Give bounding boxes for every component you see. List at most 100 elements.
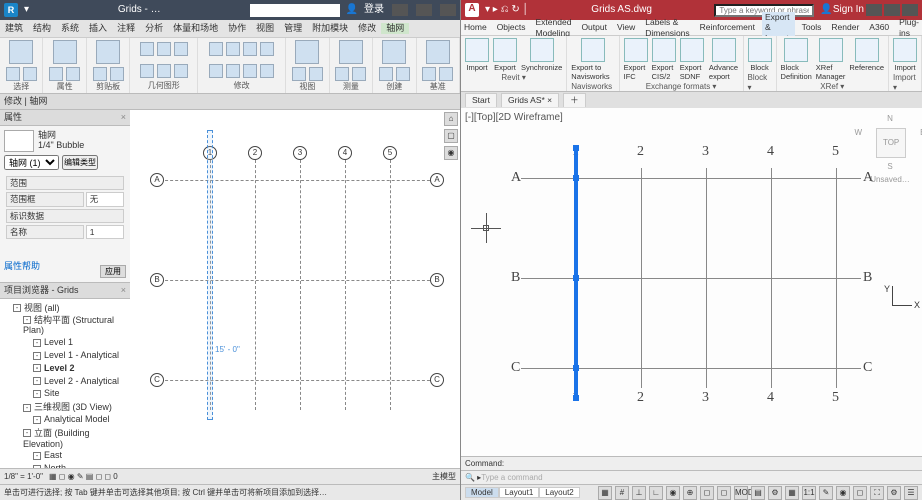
signin-link[interactable]: Sign In xyxy=(833,4,864,16)
tree-item[interactable]: -Level 1 - Analytical xyxy=(33,349,127,362)
ribbon-icon[interactable] xyxy=(140,64,154,78)
user-icon[interactable]: 👤 xyxy=(346,4,358,16)
acad-canvas[interactable]: [-][Top][2D Wireframe] N WTOPE S Unsaved… xyxy=(461,108,922,456)
props-help[interactable]: 属性帮助 xyxy=(4,261,40,271)
prop-val[interactable]: 1 xyxy=(86,225,124,239)
ribbon-icon[interactable] xyxy=(9,40,33,64)
user-icon[interactable]: 👤 xyxy=(820,4,832,16)
expand-icon[interactable]: - xyxy=(33,364,41,372)
menu-体量和场地[interactable]: 体量和场地 xyxy=(168,23,223,34)
status-toggle[interactable]: 1:1 xyxy=(802,486,816,500)
menu-Render[interactable]: Render xyxy=(828,22,862,32)
cube-icon[interactable]: ▢ xyxy=(444,129,458,143)
tree-item[interactable]: -Analytical Model xyxy=(33,413,127,426)
qat-icon[interactable]: ▾ xyxy=(24,4,29,16)
expand-icon[interactable]: - xyxy=(23,404,31,412)
menu-Objects[interactable]: Objects xyxy=(494,22,529,32)
ribbon-icon[interactable] xyxy=(110,67,124,81)
filetab[interactable]: Grids AS* × xyxy=(501,93,559,106)
expand-icon[interactable]: - xyxy=(33,339,41,347)
grid-bubble[interactable]: B xyxy=(150,273,164,287)
ribbon-icon[interactable] xyxy=(209,64,223,78)
menu-结构[interactable]: 结构 xyxy=(28,23,56,34)
menu-View[interactable]: View xyxy=(614,22,638,32)
ribbon-icon[interactable] xyxy=(335,67,349,81)
menu-Tools[interactable]: Tools xyxy=(799,22,825,32)
ribbon-icon[interactable] xyxy=(439,67,453,81)
ribbon-icon[interactable] xyxy=(339,40,363,64)
revit-search[interactable] xyxy=(250,4,340,17)
ribbon-icon[interactable] xyxy=(382,40,406,64)
dimension-label[interactable]: 15' - 0" xyxy=(215,345,240,355)
tree-item[interactable]: -结构平面 (Structural Plan)-Level 1-Level 1 … xyxy=(23,314,127,402)
status-toggle[interactable]: ☰ xyxy=(904,486,918,500)
tree-item[interactable]: -Level 2 - Analytical xyxy=(33,375,127,388)
menu-Plug-ins[interactable]: Plug-ins xyxy=(896,17,922,37)
status-toggle[interactable]: ∟ xyxy=(649,486,663,500)
ribbon-icon[interactable] xyxy=(493,38,517,62)
expand-icon[interactable]: - xyxy=(33,452,41,460)
menu-分析[interactable]: 分析 xyxy=(140,23,168,34)
ribbon-icon[interactable] xyxy=(422,67,436,81)
expand-icon[interactable]: - xyxy=(23,429,31,437)
ribbon-icon[interactable] xyxy=(784,38,808,62)
ribbon-icon[interactable] xyxy=(243,64,257,78)
ribbon-icon[interactable] xyxy=(379,67,393,81)
ribbon-icon[interactable] xyxy=(295,40,319,64)
ribbon-icon[interactable] xyxy=(893,38,917,62)
status-toggle[interactable]: ◻ xyxy=(700,486,714,500)
ribbon-icon[interactable] xyxy=(748,38,772,62)
prop-val[interactable]: 无 xyxy=(86,192,124,206)
ribbon-icon[interactable] xyxy=(352,67,366,81)
menu-管理[interactable]: 管理 xyxy=(279,23,307,34)
expand-icon[interactable]: - xyxy=(33,377,41,385)
grid-bubble[interactable]: 5 xyxy=(383,146,397,160)
scale-label[interactable]: 1/8" = 1'-0" xyxy=(4,472,43,482)
tree-item[interactable]: -立面 (Building Elevation)-East-North-Sout… xyxy=(23,427,127,468)
status-toggle[interactable]: ⛶ xyxy=(870,486,884,500)
min-button[interactable] xyxy=(392,4,408,16)
menu-修改[interactable]: 修改 xyxy=(353,23,381,34)
expand-icon[interactable]: - xyxy=(13,304,21,312)
menu-Extended-Modeling[interactable]: Extended Modeling xyxy=(533,17,575,37)
filetab[interactable]: Start xyxy=(465,93,497,106)
ribbon-icon[interactable] xyxy=(93,67,107,81)
command-input[interactable]: 🔍 ▸ Type a command xyxy=(461,470,922,484)
tree-item[interactable]: -视图 (all)-结构平面 (Structural Plan)-Level 1… xyxy=(13,302,127,468)
apply-button[interactable]: 应用 xyxy=(100,265,126,278)
ribbon-icon[interactable] xyxy=(581,38,605,62)
menu-视图[interactable]: 视图 xyxy=(251,23,279,34)
grid-bubble[interactable]: C xyxy=(430,373,444,387)
ribbon-icon[interactable] xyxy=(157,42,171,56)
close-icon[interactable]: × xyxy=(121,112,126,123)
ribbon-icon[interactable] xyxy=(157,64,171,78)
ribbon-icon[interactable] xyxy=(465,38,489,62)
wheel-icon[interactable]: ◉ xyxy=(444,146,458,160)
status-toggle[interactable]: ▤ xyxy=(751,486,765,500)
menu-建筑[interactable]: 建筑 xyxy=(0,23,28,34)
menu-附加模块[interactable]: 附加模块 xyxy=(307,23,353,34)
tree-item[interactable]: -三维视图 (3D View)-Analytical Model xyxy=(23,401,127,427)
ribbon-icon[interactable] xyxy=(624,38,648,62)
home-icon[interactable]: ⌂ xyxy=(444,112,458,126)
expand-icon[interactable]: - xyxy=(23,316,31,324)
edit-type-button[interactable]: 编辑类型 xyxy=(62,155,98,170)
ribbon-icon[interactable] xyxy=(712,38,736,62)
project-browser[interactable]: -视图 (all)-结构平面 (Structural Plan)-Level 1… xyxy=(0,299,130,468)
menu-注释[interactable]: 注释 xyxy=(112,23,140,34)
status-toggle[interactable]: ✎ xyxy=(819,486,833,500)
ribbon-icon[interactable] xyxy=(174,42,188,56)
status-toggle[interactable]: ⚙ xyxy=(768,486,782,500)
max-button[interactable] xyxy=(416,4,432,16)
ribbon-icon[interactable] xyxy=(140,42,154,56)
grid-bubble[interactable]: A xyxy=(430,173,444,187)
menu-轴网[interactable]: 轴网 xyxy=(381,23,409,34)
grid-bubble[interactable]: C xyxy=(150,373,164,387)
panel-label[interactable]: XRef ▾ xyxy=(820,81,844,92)
close-button[interactable] xyxy=(902,4,918,16)
menu-系统[interactable]: 系统 xyxy=(56,23,84,34)
menu-A360[interactable]: A360 xyxy=(866,22,892,32)
ribbon-icon[interactable] xyxy=(226,64,240,78)
menu-Home[interactable]: Home xyxy=(461,22,490,32)
layout-tab[interactable]: Layout1 xyxy=(499,487,539,498)
